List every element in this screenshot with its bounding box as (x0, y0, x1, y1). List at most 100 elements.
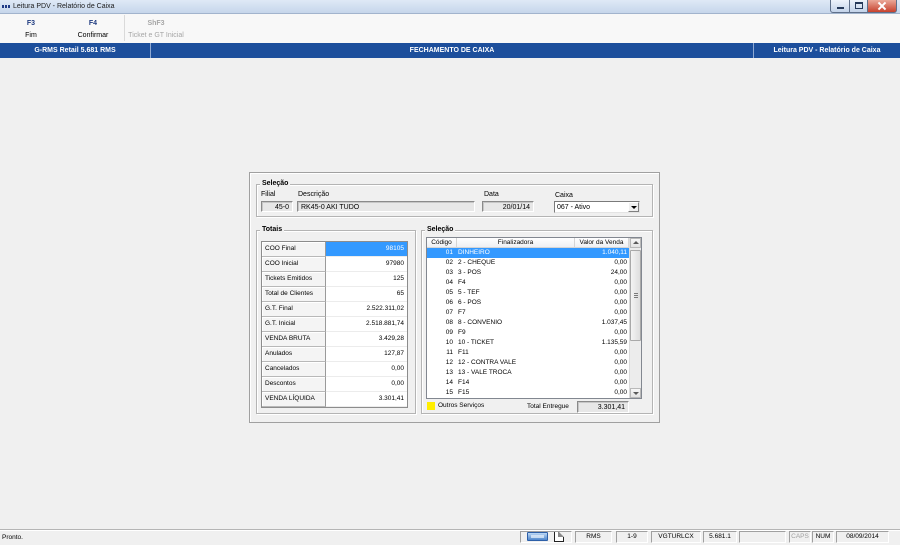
totais-row-value[interactable]: 2.518.881,74 (326, 317, 407, 332)
status-range: 1-9 (616, 531, 648, 543)
totais-row-value[interactable]: 125 (326, 272, 407, 287)
finalizadora-value: 0,00 (614, 359, 627, 366)
totais-row[interactable]: G.T. Inicial 2.518.881,74 (262, 317, 407, 332)
totais-row[interactable]: Cancelados 0,00 (262, 362, 407, 377)
finalizadora-code: 11 (446, 349, 453, 356)
finalizadora-row[interactable]: 03 3 - POS 24,00 (427, 268, 629, 278)
finalizadora-name: 12 - CONTRA VALE (458, 359, 517, 366)
finalizadora-row[interactable]: 13 13 - VALE TROCA 0,00 (427, 368, 629, 378)
finalizadora-row[interactable]: 09 F9 0,00 (427, 328, 629, 338)
finalizadora-name: 8 - CONVENIO (458, 319, 503, 326)
finalizadoras-list[interactable]: Código Finalizadora Valor da Venda 01 DIN… (426, 237, 642, 399)
totais-row[interactable]: VENDA LÍQUIDA 3.301,41 (262, 392, 407, 407)
totais-row-value[interactable]: 65 (326, 287, 407, 302)
toolbar: F3 Fim F4 Confirmar ShF3 Ticket e GT Ini… (0, 14, 900, 43)
finalizadora-row[interactable]: 10 10 - TICKET 1.135,59 (427, 338, 629, 348)
totais-row[interactable]: COO Inicial 97980 (262, 257, 407, 272)
totais-row[interactable]: Descontos 0,00 (262, 377, 407, 392)
app-icon (2, 5, 11, 9)
finalizadora-name: F9 (458, 329, 466, 336)
totais-row[interactable]: Anulados 127,87 (262, 347, 407, 362)
document-icon[interactable] (554, 532, 564, 542)
column-header-codigo[interactable]: Código (427, 238, 457, 248)
finalizadora-code: 10 (445, 339, 453, 346)
arrow-down-icon[interactable] (630, 388, 641, 398)
finalizadora-row[interactable]: 14 F14 0,00 (427, 378, 629, 388)
finalizadora-code: 15 (445, 389, 453, 396)
ticket-gt-inicial-shortcut: ShF3 (147, 20, 165, 27)
finalizadora-name: 5 - TEF (458, 289, 480, 296)
finalizadora-row[interactable]: 11 F11 0,00 (427, 348, 629, 358)
totais-row-label: COO Inicial (262, 257, 326, 272)
totais-row-label: Cancelados (262, 362, 326, 377)
chevron-down-icon[interactable] (628, 202, 639, 212)
scrollbar-thumb[interactable] (630, 250, 641, 341)
maximize-button[interactable] (849, 0, 868, 13)
finalizadora-row[interactable]: 01 DINHEIRO 1.040,11 (427, 248, 629, 258)
finalizadora-row[interactable]: 06 6 - POS 0,00 (427, 298, 629, 308)
column-header-finalizadora[interactable]: Finalizadora (457, 238, 575, 248)
totais-row-value[interactable]: 98105 (326, 242, 407, 257)
totais-group: Totais COO Final 98105 COO Inicial 97980 Tic… (256, 226, 416, 414)
finalizadora-row[interactable]: 12 12 - CONTRA VALE 0,00 (427, 358, 629, 368)
totais-row-label: Descontos (262, 377, 326, 392)
total-entregue-label: Total Entregue (527, 403, 569, 410)
totais-row-value[interactable]: 3.429,28 (326, 332, 407, 347)
finalizadora-row[interactable]: 07 F7 0,00 (427, 308, 629, 318)
totais-row-value[interactable]: 97980 (326, 257, 407, 272)
totais-row-value[interactable]: 0,00 (326, 362, 407, 377)
maximize-icon (855, 2, 863, 9)
totais-row[interactable]: G.T. Final 2.522.311,02 (262, 302, 407, 317)
finalizadora-code: 07 (445, 309, 453, 316)
finalizadora-value: 0,00 (614, 369, 627, 376)
header-screen-title: FECHAMENTO DE CAIXA (409, 47, 495, 54)
finalizadora-value: 1.037,45 (601, 319, 627, 326)
total-entregue-field: 3.301,41 (577, 401, 629, 413)
finalizadora-name: 2 - CHEQUE (458, 259, 496, 266)
finalizadora-value: 0,00 (614, 289, 627, 296)
vertical-scrollbar[interactable] (629, 238, 641, 398)
totais-row-value[interactable]: 3.301,41 (326, 392, 407, 407)
finalizadora-value: 0,00 (614, 389, 627, 396)
totais-row-value[interactable]: 2.522.311,02 (326, 302, 407, 317)
confirmar-button[interactable]: F4 Confirmar (62, 14, 124, 43)
outros-servicos-label: Outros Serviços (438, 402, 485, 409)
totais-row[interactable]: Total de Clientes 65 (262, 287, 407, 302)
finalizadora-name: F14 (458, 379, 470, 386)
finalizadora-row[interactable]: 08 8 - CONVENIO 1.037,45 (427, 318, 629, 328)
finalizadora-code: 05 (445, 289, 453, 296)
title-bar[interactable]: Leitura PDV - Relatório de Caixa (0, 0, 900, 14)
finalizadora-row[interactable]: 05 5 - TEF 0,00 (427, 288, 629, 298)
close-button[interactable] (867, 0, 897, 13)
grip-icon (634, 293, 638, 298)
confirmar-shortcut: F4 (88, 20, 98, 27)
arrow-up-icon[interactable] (630, 238, 641, 248)
totais-row[interactable]: VENDA BRUTA 3.429,28 (262, 332, 407, 347)
totais-grid[interactable]: COO Final 98105 COO Inicial 97980 Tickets Em… (261, 241, 408, 408)
fim-shortcut: F3 (26, 20, 36, 27)
totais-row-value[interactable]: 127,87 (326, 347, 407, 362)
totais-group-title: Totais (260, 226, 285, 233)
totais-row[interactable]: COO Final 98105 (262, 242, 407, 257)
terminal-icon[interactable] (527, 532, 548, 541)
status-empty-panel (739, 531, 786, 543)
caixa-select[interactable]: 067 - Ativo (554, 201, 640, 213)
finalizadora-row[interactable]: 15 F15 0,00 (427, 388, 629, 398)
minimize-button[interactable] (830, 0, 850, 13)
fim-label: Fim (25, 32, 37, 39)
totais-row-label: G.T. Final (262, 302, 326, 317)
ticket-gt-inicial-button[interactable]: ShF3 Ticket e GT Inicial (124, 14, 188, 43)
totais-row[interactable]: Tickets Emitidos 125 (262, 272, 407, 287)
status-program: VGTURLCX (651, 531, 701, 543)
finalizadora-row[interactable]: 04 F4 0,00 (427, 278, 629, 288)
module-header: G-RMS Retail 5.681 RMS FECHAMENTO DE CAI… (0, 43, 900, 58)
finalizadora-name: 13 - VALE TROCA (458, 369, 512, 376)
finalizadora-value: 0,00 (614, 279, 627, 286)
finalizadora-code: 06 (445, 299, 453, 306)
finalizadora-name: F15 (458, 389, 470, 396)
finalizadora-row[interactable]: 02 2 - CHEQUE 0,00 (427, 258, 629, 268)
totais-row-value[interactable]: 0,00 (326, 377, 407, 392)
fim-button[interactable]: F3 Fim (0, 14, 62, 43)
finalizadora-name: F4 (458, 279, 466, 286)
column-header-valor[interactable]: Valor da Venda (575, 238, 629, 248)
